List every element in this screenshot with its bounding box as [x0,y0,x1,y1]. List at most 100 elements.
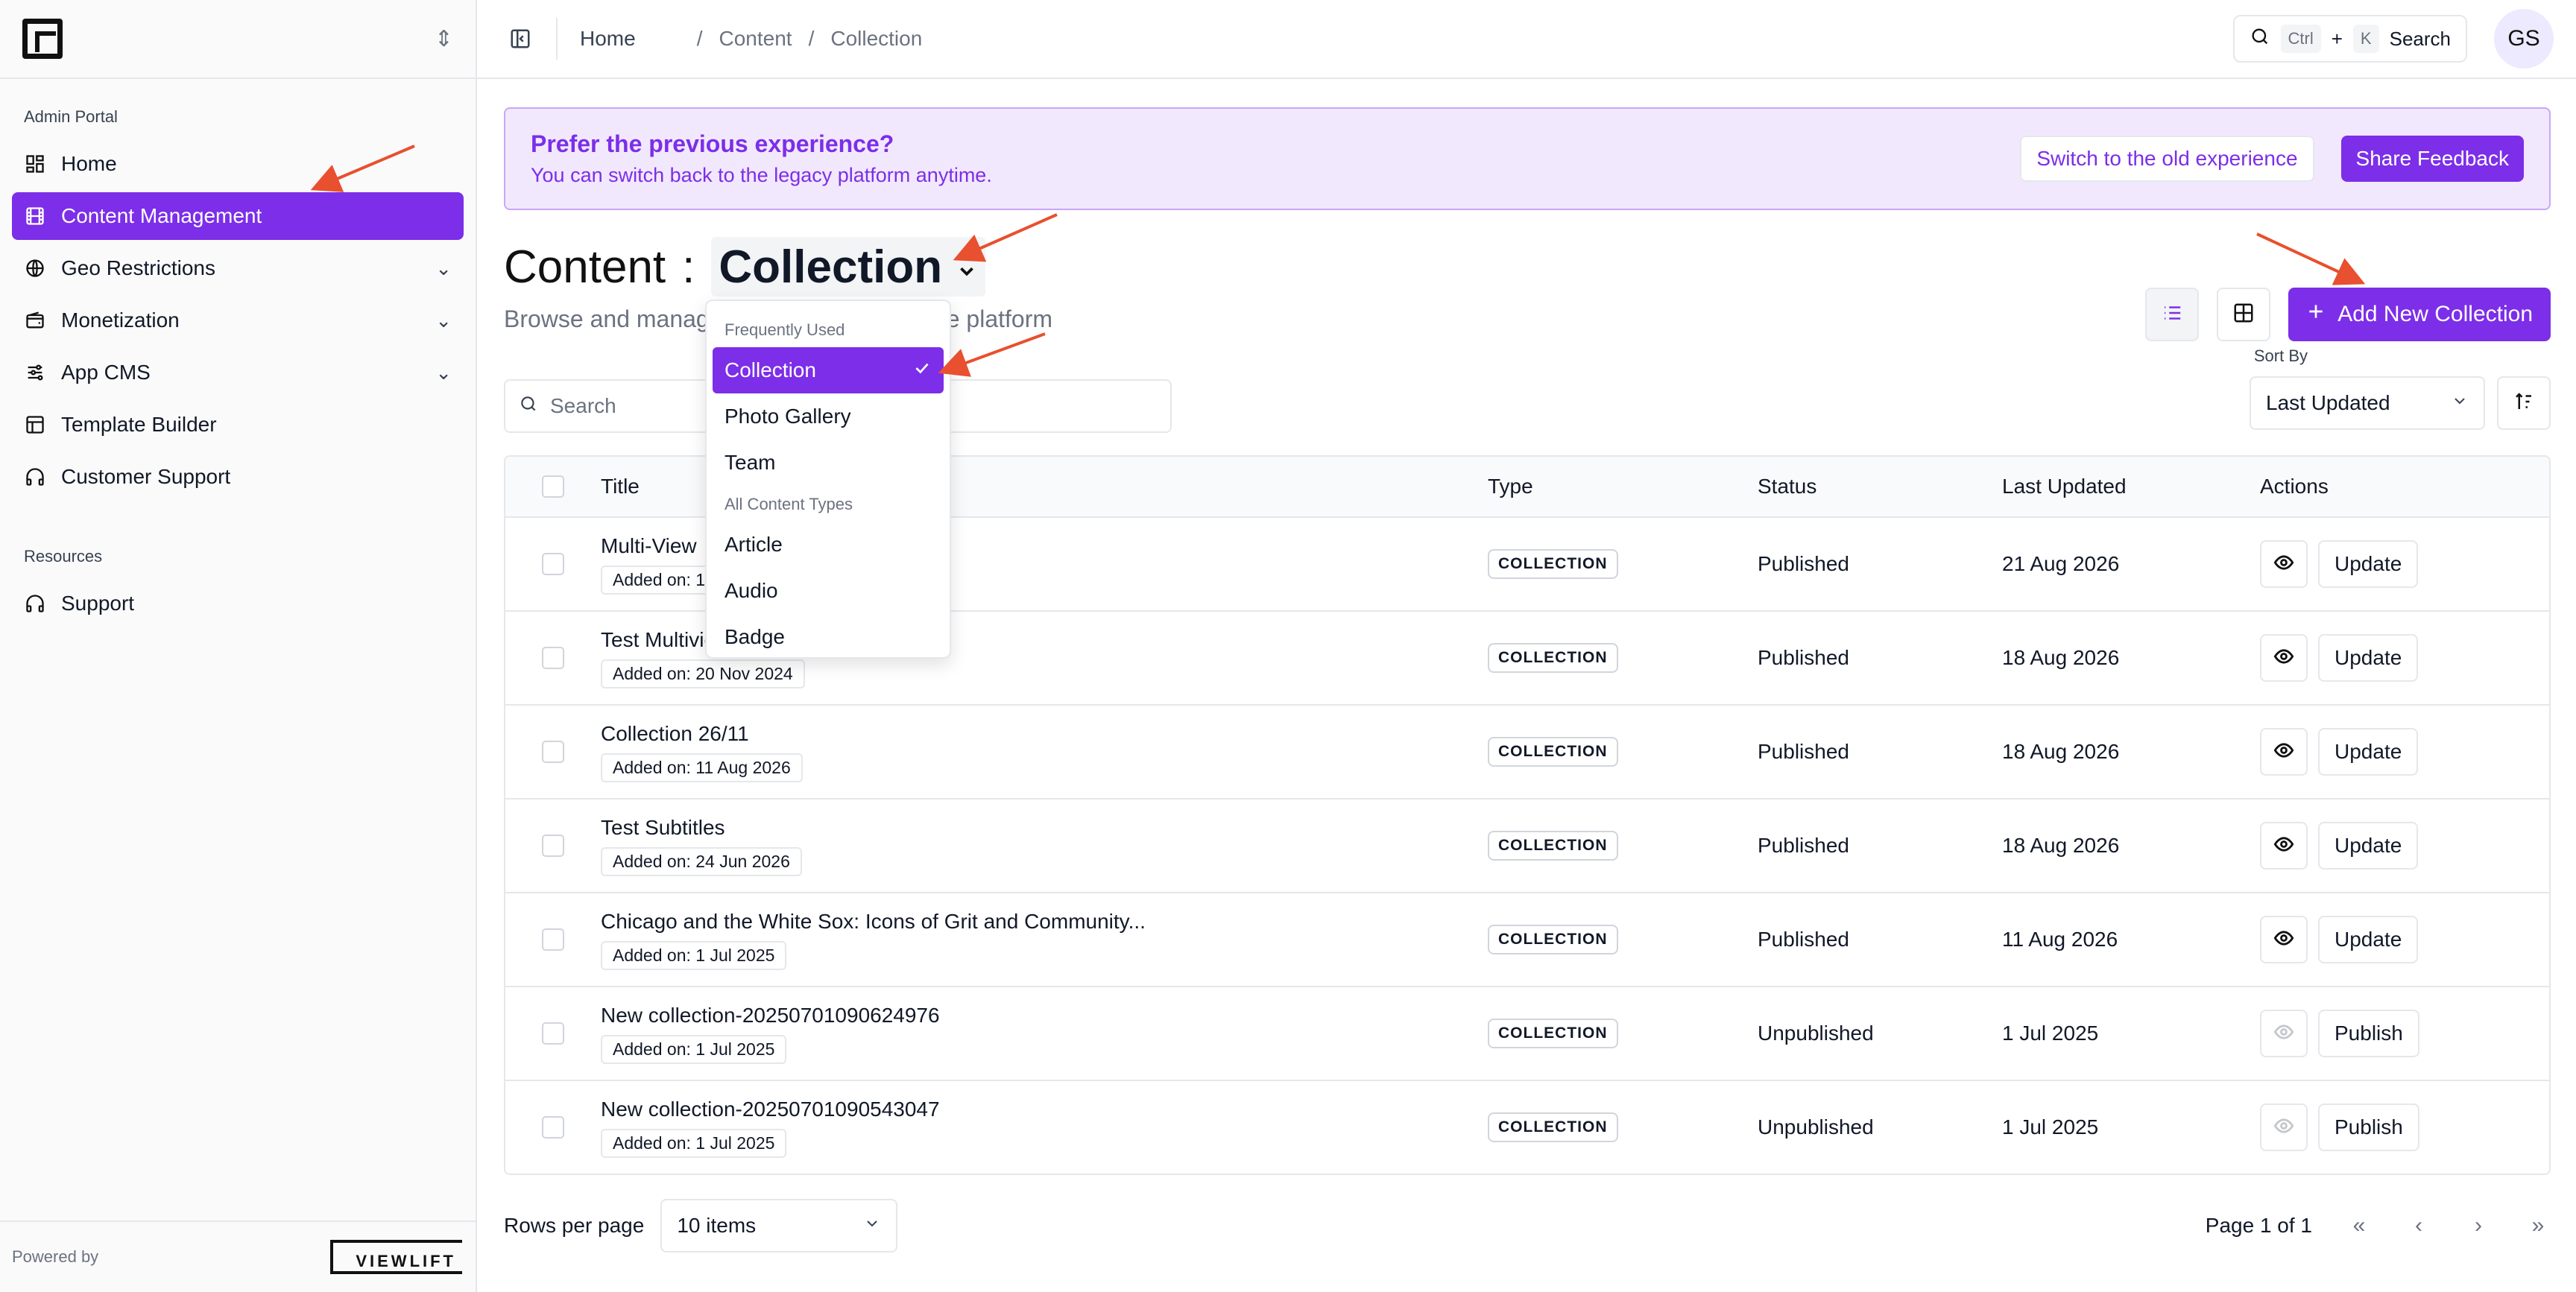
avatar[interactable]: GS [2494,9,2554,69]
table-row[interactable]: Test Subtitles Added on: 24 Jun 2026 COL… [505,798,2549,892]
table-row[interactable]: Collection 26/11 Added on: 11 Aug 2026 C… [505,704,2549,798]
dropdown-option-collection[interactable]: Collection [713,347,944,393]
sidebar-item-monetization[interactable]: Monetization ⌄ [12,297,464,344]
row-title-cell: Test Subtitles Added on: 24 Jun 2026 [601,816,1488,876]
chevron-down-icon[interactable]: ⌄ [435,309,452,332]
sidebar-item-app-cms[interactable]: App CMS ⌄ [12,349,464,396]
row-checkbox[interactable] [542,553,564,575]
sidebar-item-label: Content Management [61,204,262,227]
column-header-status[interactable]: Status [1758,475,2002,498]
row-title[interactable]: Test Subtitles [601,816,1488,840]
row-added-date: Added on: 24 Jun 2026 [601,846,802,876]
list-view-button[interactable] [2145,288,2200,341]
dropdown-option-badge[interactable]: Badge [713,614,944,657]
option-label: Badge [724,625,785,648]
dropdown-option-team[interactable]: Team [713,440,944,486]
sidebar-item-content-management[interactable]: Content Management [12,192,464,240]
dashboard-icon [24,153,46,175]
row-last-updated: 11 Aug 2026 [2002,928,2118,951]
sidebar-item-home[interactable]: Home [12,140,464,188]
breadcrumb-content[interactable]: Content [719,27,792,51]
sidebar-item-support[interactable]: Support [12,580,464,627]
breadcrumb-home[interactable]: Home [580,27,636,51]
row-status: Published [1758,740,1849,763]
column-header-last-updated[interactable]: Last Updated [2002,475,2260,498]
preview-button[interactable] [2260,540,2308,588]
add-new-collection-button[interactable]: Add New Collection [2288,288,2551,341]
row-action-button[interactable]: Publish [2318,1010,2419,1057]
switch-old-experience-button[interactable]: Switch to the old experience [2020,136,2314,182]
row-checkbox[interactable] [542,741,564,763]
table-row[interactable]: New collection-20250701090543047 Added o… [505,1080,2549,1174]
sidebar-item-label: Support [61,592,135,615]
option-label: Article [724,533,783,556]
sidebar-item-geo-restrictions[interactable]: Geo Restrictions ⌄ [12,244,464,292]
preview-button[interactable] [2260,1010,2308,1057]
powered-by-label: Powered by [12,1247,99,1266]
rows-per-page-select[interactable]: 10 items [660,1199,898,1253]
headphones-icon [24,592,46,615]
content-type-select[interactable]: Collection [711,237,986,297]
sidebar-item-label: App CMS [61,361,151,384]
dropdown-option-article[interactable]: Article [713,522,944,568]
list-icon [2161,302,2183,328]
row-action-button[interactable]: Update [2318,728,2419,776]
row-title[interactable]: New collection-20250701090624976 [601,1004,1488,1027]
first-page-icon[interactable]: « [2346,1213,2372,1238]
main-content: Prefer the previous experience? You can … [504,79,2551,1253]
table-row[interactable]: Chicago and the White Sox: Icons of Grit… [505,892,2549,986]
page-subtitle-start: Browse and manag [504,305,710,332]
row-title[interactable]: New collection-20250701090543047 [601,1098,1488,1121]
row-action-button[interactable]: Update [2318,634,2419,682]
sort-by-select[interactable]: Last Updated [2250,376,2485,430]
row-action-button[interactable]: Update [2318,540,2419,588]
eye-icon [2273,834,2294,858]
row-checkbox[interactable] [542,1116,564,1139]
row-action-button[interactable]: Update [2318,822,2419,870]
chevron-down-icon [956,241,978,294]
next-page-icon[interactable]: › [2466,1213,2491,1238]
row-title[interactable]: Collection 26/11 [601,722,1488,746]
workspace-switch-icon[interactable]: ⇕ [435,26,453,52]
preview-button[interactable] [2260,728,2308,776]
row-checkbox[interactable] [542,647,564,669]
sort-by-value: Last Updated [2266,391,2390,414]
app-logo[interactable] [22,19,63,59]
row-action-button[interactable]: Publish [2318,1103,2419,1151]
row-checkbox[interactable] [542,1022,564,1045]
row-checkbox[interactable] [542,835,564,857]
grid-icon [2232,302,2255,328]
row-last-updated: 1 Jul 2025 [2002,1115,2099,1139]
table-row[interactable]: New collection-20250701090624976 Added o… [505,986,2549,1080]
last-page-icon[interactable]: » [2525,1213,2551,1238]
dropdown-option-audio[interactable]: Audio [713,568,944,614]
chevron-down-icon[interactable]: ⌄ [435,257,452,280]
chevron-down-icon[interactable]: ⌄ [435,361,452,384]
sort-direction-button[interactable] [2497,376,2551,430]
dropdown-option-photo-gallery[interactable]: Photo Gallery [713,393,944,440]
preview-button[interactable] [2260,822,2308,870]
preview-button[interactable] [2260,1103,2308,1151]
prev-page-icon[interactable]: ‹ [2406,1213,2431,1238]
row-last-updated: 18 Aug 2026 [2002,646,2120,669]
sliders-icon [24,361,46,384]
row-added-date: Added on: 1 Jul 2025 [601,1034,787,1064]
sidebar-item-template-builder[interactable]: Template Builder [12,401,464,449]
banner-title: Prefer the previous experience? [531,130,894,157]
preview-button[interactable] [2260,634,2308,682]
share-feedback-button[interactable]: Share Feedback [2340,136,2524,182]
type-badge: COLLECTION [1488,1019,1618,1048]
column-header-type[interactable]: Type [1488,475,1758,498]
grid-view-button[interactable] [2217,288,2271,341]
row-checkbox[interactable] [542,928,564,951]
select-all-checkbox[interactable] [542,475,564,498]
preview-button[interactable] [2260,916,2308,963]
row-action-button[interactable]: Update [2318,916,2419,963]
global-search-button[interactable]: Ctrl + K Search [2232,15,2467,63]
search-icon [519,394,538,419]
row-title[interactable]: Chicago and the White Sox: Icons of Grit… [601,910,1488,934]
sidebar: ⇕ Admin Portal Home Content Management G… [0,0,477,1292]
sidebar-item-customer-support[interactable]: Customer Support [12,453,464,501]
row-added-date: Added on: 1 [601,565,718,595]
sidebar-toggle-icon[interactable] [499,18,541,60]
